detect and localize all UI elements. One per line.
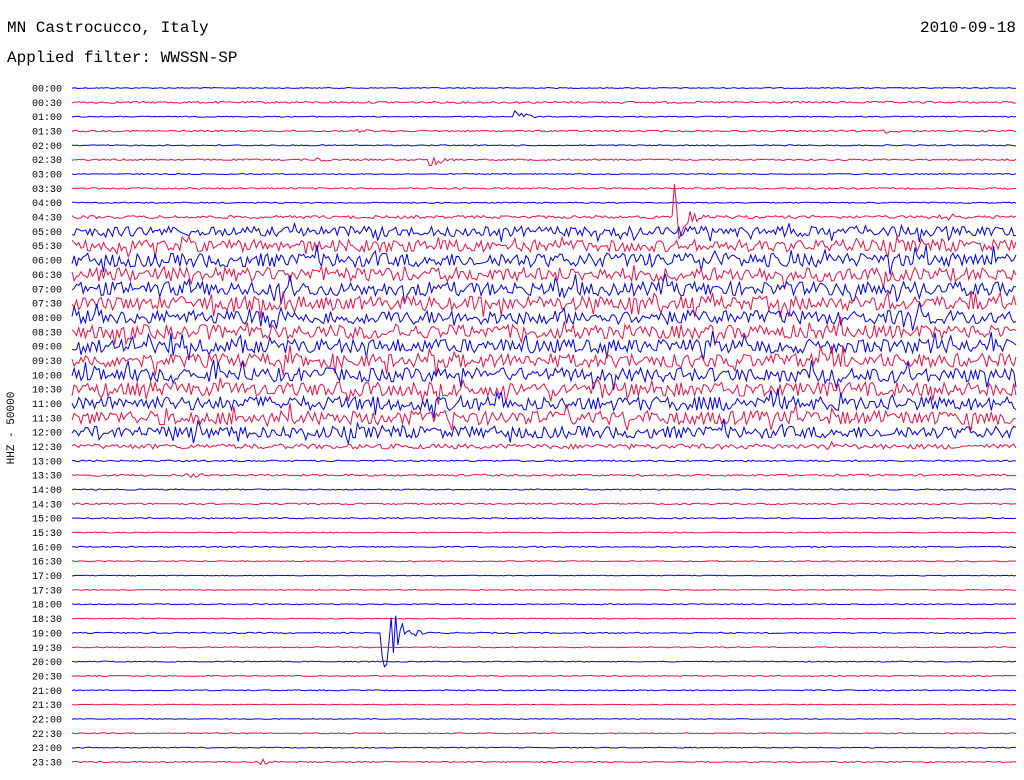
- row-label: 13:00: [32, 457, 62, 468]
- row-label: 21:30: [32, 701, 62, 712]
- trace-0330: [71, 187, 1016, 190]
- trace-0200: [71, 144, 1017, 147]
- trace-1030: [71, 377, 1017, 405]
- trace-0300: [71, 172, 1017, 176]
- trace-2330: [71, 757, 1017, 766]
- row-label: 06:30: [32, 271, 62, 282]
- trace-0600: [71, 244, 1017, 275]
- row-label: 03:00: [32, 171, 62, 182]
- row-label: 17:00: [32, 572, 62, 583]
- trace-1730: [71, 588, 1016, 591]
- y-axis-label: HHZ - 50000: [6, 392, 18, 465]
- trace-1530: [71, 531, 1016, 534]
- row-label: 09:00: [32, 343, 62, 354]
- row-label: 01:30: [32, 128, 62, 139]
- trace-2030: [71, 674, 1017, 677]
- trace-1230: [71, 440, 1017, 451]
- row-label: 10:00: [32, 371, 62, 382]
- row-label: 02:30: [32, 156, 62, 167]
- trace-1300: [71, 459, 1017, 463]
- row-label: 14:00: [32, 486, 62, 497]
- trace-0030: [71, 100, 1017, 104]
- row-label: 19:00: [32, 629, 62, 640]
- row-label: 04:00: [32, 199, 62, 210]
- row-label: 04:30: [32, 214, 62, 225]
- row-label: 08:00: [32, 314, 62, 325]
- row-label: 00:00: [32, 85, 62, 96]
- row-label: 23:00: [32, 744, 62, 755]
- row-label: 05:30: [32, 242, 62, 253]
- row-label: 12:00: [32, 429, 62, 440]
- trace-2130: [71, 703, 1017, 706]
- row-label: 06:00: [32, 257, 62, 268]
- row-label: 17:30: [32, 586, 62, 597]
- trace-1100: [71, 388, 1017, 419]
- trace-1830: [71, 617, 1017, 620]
- trace-0230: [71, 156, 1017, 167]
- row-label: 12:30: [32, 443, 62, 454]
- helicorder-chart: 00:00 00:30 01:00 01:30 02:00 02:30 03:00 03:30…: [6, 85, 1017, 770]
- row-label: 13:30: [32, 472, 62, 483]
- trace-1330: [71, 472, 1017, 479]
- trace-2300: [71, 746, 1017, 749]
- row-label: 07:00: [32, 285, 62, 296]
- trace-2230: [71, 732, 1017, 735]
- trace-2200: [71, 718, 1017, 720]
- trace-1200: [71, 418, 1017, 445]
- traces: [71, 86, 1017, 766]
- row-label: 01:00: [32, 113, 62, 124]
- trace-1900: [71, 615, 1016, 668]
- row-label: 05:00: [32, 228, 62, 239]
- row-label: 11:30: [32, 414, 62, 425]
- trace-1400: [71, 488, 1017, 491]
- trace-2000: [71, 660, 1017, 663]
- row-label: 22:00: [32, 715, 62, 726]
- trace-0130: [71, 128, 1017, 134]
- row-label: 15:00: [32, 515, 62, 526]
- row-label: 08:30: [32, 328, 62, 339]
- trace-1700: [71, 574, 1017, 577]
- row-label: 14:30: [32, 500, 62, 511]
- row-label: 00:30: [32, 99, 62, 110]
- row-label: 16:30: [32, 558, 62, 569]
- row-label: 07:30: [32, 300, 62, 311]
- trace-1600: [71, 545, 1017, 549]
- row-label: 20:30: [32, 672, 62, 683]
- row-label: 19:30: [32, 644, 62, 655]
- row-label: 22:30: [32, 730, 62, 741]
- row-labels: 00:00 00:30 01:00 01:30 02:00 02:30 03:00 03:30…: [32, 85, 62, 770]
- row-label: 20:00: [32, 658, 62, 669]
- row-label: 16:00: [32, 543, 62, 554]
- row-label: 15:30: [32, 529, 62, 540]
- trace-1800: [71, 603, 1017, 606]
- row-label: 10:30: [32, 386, 62, 397]
- trace-0400: [71, 201, 1017, 204]
- row-label: 03:30: [32, 185, 62, 196]
- row-label: 18:00: [32, 601, 62, 612]
- trace-1430: [71, 502, 1017, 506]
- trace-0730: [71, 290, 1017, 319]
- row-label: 18:30: [32, 615, 62, 626]
- trace-0500: [71, 221, 1016, 243]
- trace-0100: [71, 110, 1017, 119]
- trace-0000: [71, 86, 1017, 90]
- row-label: 11:00: [32, 400, 62, 411]
- row-label: 09:30: [32, 357, 62, 368]
- trace-1930: [71, 646, 1017, 649]
- trace-1630: [71, 560, 1017, 563]
- row-label: 02:00: [32, 142, 62, 153]
- row-label: 21:00: [32, 687, 62, 698]
- row-label: 23:30: [32, 758, 62, 769]
- trace-1500: [71, 517, 1017, 520]
- trace-2100: [71, 689, 1017, 692]
